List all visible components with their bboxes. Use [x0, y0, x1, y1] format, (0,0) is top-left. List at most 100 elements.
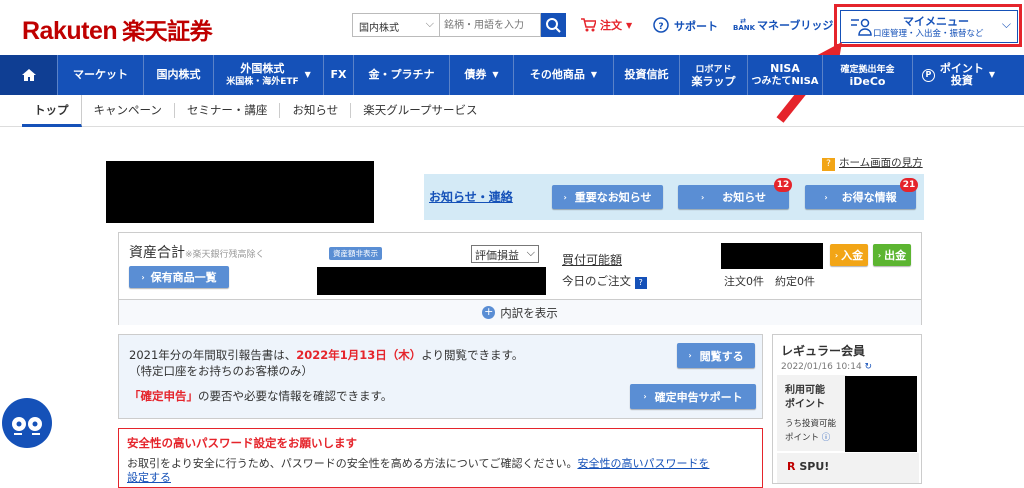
chevron-right-icon: ›	[834, 250, 839, 260]
important-notice-label: 重要なお知らせ	[574, 191, 652, 204]
member-updated: 2022/01/16 10:14 ↻	[781, 362, 872, 372]
nav-gold-platinum[interactable]: 金・プラチナ	[354, 55, 450, 95]
nav-investment-trust[interactable]: 投資信託	[614, 55, 680, 95]
nav-nisa-line2: つみたてNISA	[751, 75, 819, 87]
hide-assets-toggle[interactable]: 資産額非表示	[329, 247, 382, 260]
order-menu[interactable]: 注文 ▼	[580, 17, 632, 33]
subnav-seminar[interactable]: セミナー・講座	[175, 103, 281, 118]
news-button[interactable]: › お知らせ	[678, 185, 789, 209]
notice-label[interactable]: お知らせ・連絡	[429, 188, 513, 205]
nav-nisa[interactable]: NISA つみたてNISA	[748, 55, 823, 95]
support-link[interactable]: ? サポート	[652, 17, 718, 35]
nav-bonds[interactable]: 債券 ▼	[450, 55, 514, 95]
refresh-icon[interactable]: ↻	[865, 362, 873, 372]
investable-points-text: ポイント	[785, 433, 820, 443]
tax-return-text: の要否や必要な情報を確認できます。	[198, 389, 393, 403]
subnav-campaign[interactable]: キャンペーン	[82, 103, 175, 118]
search-input[interactable]	[440, 13, 541, 37]
points-label-2: ポイント	[785, 399, 825, 410]
points-label-box: 利用可能 ポイント うち投資可能 ポイント ⓘ	[777, 375, 847, 451]
logo-text-jp: 楽天証券	[122, 18, 213, 44]
sub-nav: トップ キャンペーン セミナー・講座 お知らせ 楽天グループサービス	[0, 94, 1024, 127]
password-warning-title: 安全性の高いパスワード設定をお願いします	[127, 436, 357, 450]
search-icon	[546, 18, 561, 33]
chevron-right-icon: ›	[824, 192, 828, 202]
password-guide-link[interactable]: 安全性の高いパスワードを	[577, 457, 709, 470]
money-bridge-link[interactable]: ⇄ BANK マネーブリッジ	[733, 17, 833, 33]
nav-point-invest[interactable]: P ポイント 投資 ▼	[913, 55, 1004, 95]
buying-power-label[interactable]: 買付可能額	[562, 251, 622, 268]
chatbot-button[interactable]	[2, 398, 52, 448]
chevron-right-icon: ›	[643, 392, 647, 401]
asset-total-note: ※楽天銀行残高除く	[185, 250, 265, 260]
annual-report-line1: 2021年分の年間取引報告書は、2022年1月13日（木）より閲覧できます。	[129, 347, 523, 363]
tax-return-line: 「確定申告」の要否や必要な情報を確認できます。	[129, 388, 392, 404]
subnav-notices[interactable]: お知らせ	[280, 103, 352, 118]
deposit-button[interactable]: › 入金	[830, 244, 868, 266]
cart-icon	[581, 18, 596, 32]
main-nav: マーケット 国内株式 外国株式 米国株・海外ETF ▼ FX 金・プラチナ 債券 ▼ …	[0, 55, 1024, 95]
password-guide-link-cont[interactable]: 設定する	[127, 469, 171, 485]
view-report-button[interactable]: › 閲覧する	[677, 343, 755, 368]
support-label: サポート	[674, 20, 718, 33]
mymenu-button[interactable]: マイメニュー 口座管理・入出金・振替など ⌵	[840, 10, 1018, 43]
annual-report-line2: （特定口座をお持ちのお客様のみ）	[129, 364, 313, 378]
show-breakdown-button[interactable]: + 内訳を表示	[119, 299, 921, 325]
withdraw-button[interactable]: › 出金	[873, 244, 911, 266]
nav-point-line2: 投資	[950, 74, 973, 87]
today-orders-row: 今日のご注文 ?	[562, 273, 647, 289]
nav-robo-line2: 楽ラップ	[691, 74, 736, 88]
nav-foreign-stocks[interactable]: 外国株式 米国株・海外ETF ▼	[214, 55, 324, 95]
chevron-right-icon: ›	[688, 351, 692, 360]
password-warning-body: お取引をより安全に行うため、パスワードの安全性を高める方法についてご確認ください…	[127, 455, 709, 471]
orders-count: 注文0件 約定0件	[724, 275, 815, 288]
nav-market[interactable]: マーケット	[58, 55, 144, 95]
holdings-list-label: 保有商品一覧	[150, 271, 217, 284]
chevron-right-icon: ›	[563, 192, 567, 202]
help-icon[interactable]: ?	[634, 277, 647, 289]
nav-home[interactable]	[0, 55, 58, 95]
nav-ideco[interactable]: 確定拠出年金 iDeCo	[823, 55, 913, 95]
nav-robo-advisor[interactable]: ロボアド 楽ラップ	[680, 55, 748, 95]
market-select[interactable]: 国内株式 ⌵	[352, 13, 440, 37]
subnav-group-services[interactable]: 楽天グループサービス	[351, 103, 489, 118]
important-notice-button[interactable]: › 重要なお知らせ	[552, 185, 663, 209]
nav-other-products[interactable]: その他商品 ▼	[514, 55, 614, 95]
eval-select[interactable]: 評価損益 ⌵	[471, 245, 539, 263]
holdings-list-button[interactable]: › 保有商品一覧	[129, 266, 229, 288]
chevron-down-icon: ⌵	[526, 246, 535, 259]
order-label: 注文	[600, 19, 622, 32]
nav-fx[interactable]: FX	[324, 55, 354, 95]
help-icon[interactable]: ⓘ	[822, 433, 831, 443]
report-date: 2022年1月13日（木）	[296, 348, 422, 362]
member-panel: レギュラー会員 2022/01/16 10:14 ↻ 利用可能 ポイント うち投…	[772, 334, 922, 484]
news-label: お知らせ	[722, 191, 767, 204]
password-warning-panel: 安全性の高いパスワード設定をお願いします お取引をより安全に行うため、パスワード…	[118, 428, 763, 488]
spu-banner[interactable]: R SPU!	[777, 453, 919, 483]
mymenu-subtitle: 口座管理・入出金・振替など	[873, 29, 984, 39]
nav-domestic-stocks[interactable]: 国内株式	[144, 55, 214, 95]
user-menu-icon	[851, 18, 872, 36]
asset-panel: 資産合計※楽天銀行残高除く 資産額非表示 評価損益 ⌵ › 保有商品一覧 買付可能額…	[118, 232, 922, 325]
money-bridge-label: マネーブリッジ	[757, 19, 834, 32]
support-chat-icon: ?	[653, 17, 669, 33]
today-orders-label: 今日のご注文	[562, 274, 631, 288]
tax-support-label: 確定申告サポート	[654, 390, 743, 404]
chevron-down-icon: ⌵	[425, 17, 434, 30]
home-guide-link[interactable]: ? ホーム画面の見方	[822, 155, 923, 171]
tax-support-button[interactable]: › 確定申告サポート	[630, 384, 756, 409]
password-warning-text: お取引をより安全に行うため、パスワードの安全性を高める方法についてご確認ください…	[127, 457, 578, 470]
nav-bonds-label: 債券	[464, 68, 487, 81]
show-breakdown-label: 内訳を表示	[500, 305, 558, 320]
chatbot-robot-icon	[12, 417, 42, 435]
nav-robo-line1: ロボアド	[695, 64, 732, 75]
subnav-top[interactable]: トップ	[22, 94, 82, 127]
search-button[interactable]	[541, 13, 566, 37]
home-icon	[21, 69, 36, 81]
caret-down-icon: ▼	[626, 20, 633, 30]
redacted-points	[845, 376, 917, 452]
chevron-down-icon: ⌵	[1001, 17, 1011, 31]
deals-button[interactable]: › お得な情報	[805, 185, 916, 209]
rakuten-logo[interactable]: Rakuten 楽天証券	[22, 12, 213, 46]
nav-foreign-line2: 米国株・海外ETF	[226, 76, 299, 87]
